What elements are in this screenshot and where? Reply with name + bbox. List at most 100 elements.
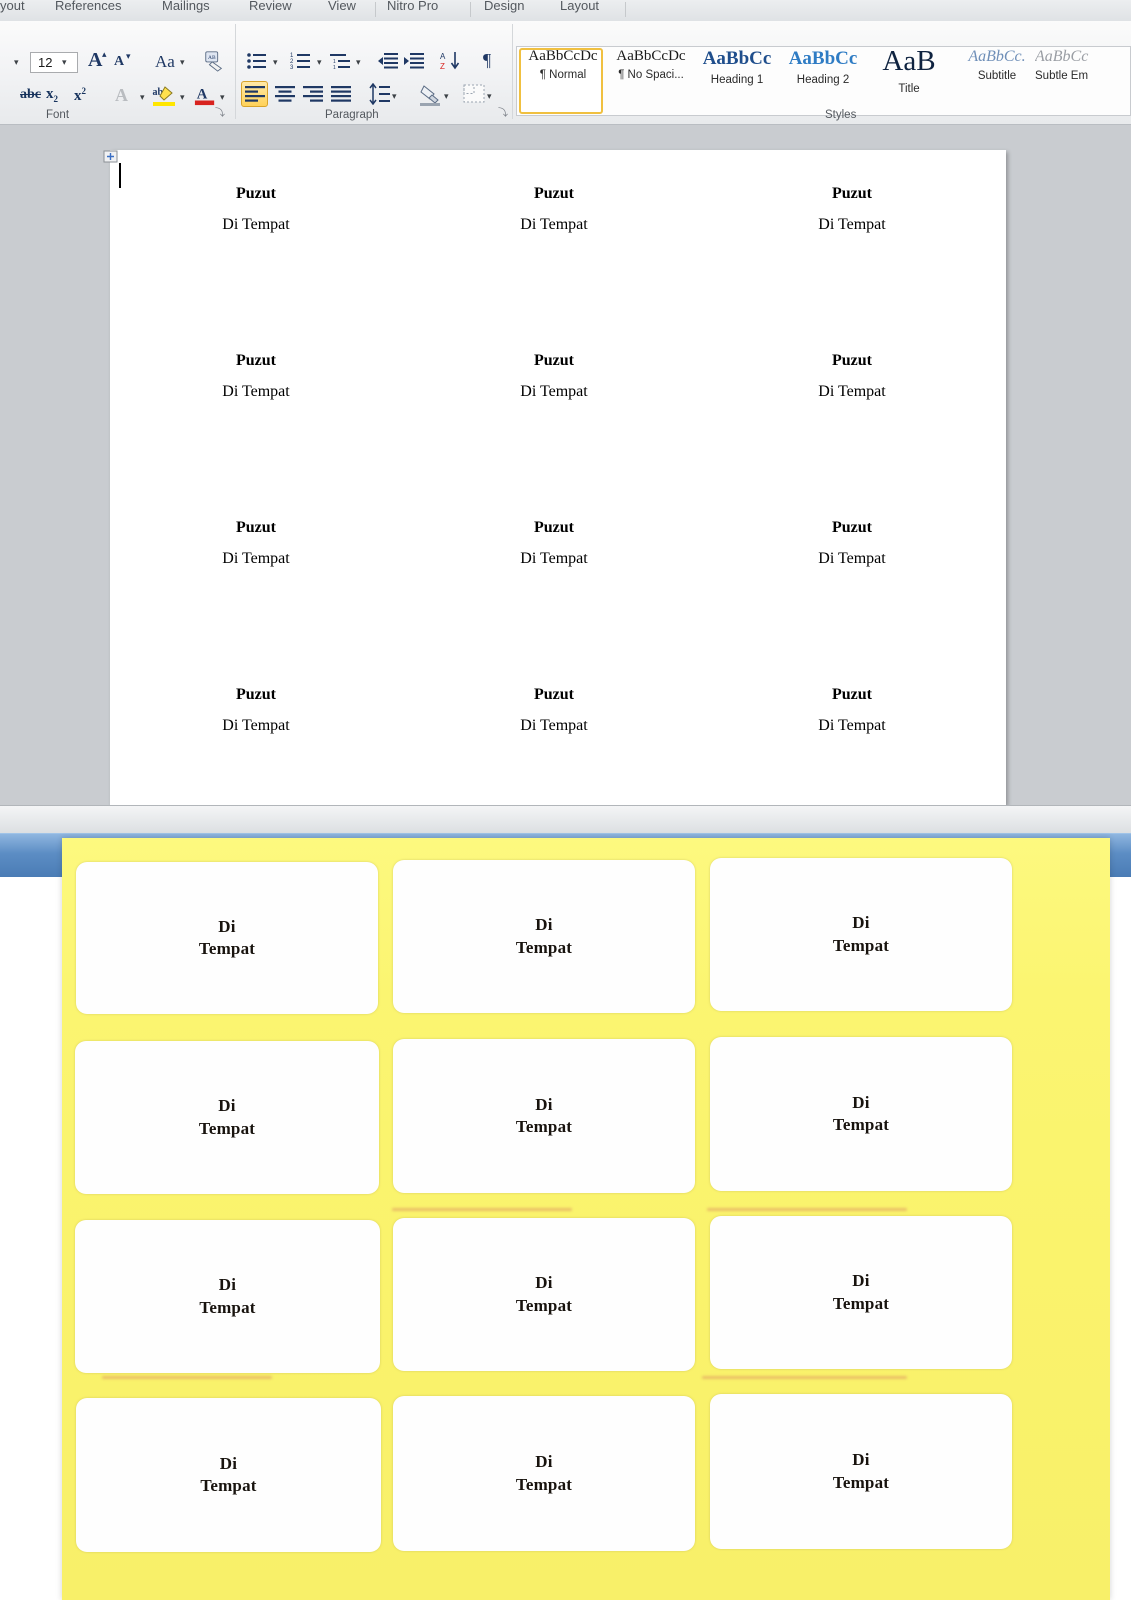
table-cell[interactable]: Puzut Di Tempat xyxy=(414,519,694,568)
tab-divider xyxy=(470,2,471,17)
line-spacing-caret-icon[interactable]: ▾ xyxy=(392,91,397,102)
increase-indent-icon[interactable] xyxy=(403,51,425,71)
numbering-icon[interactable]: 1 2 3 xyxy=(290,51,312,71)
label-line1: Di xyxy=(535,915,553,935)
text-effects-icon[interactable]: A xyxy=(115,85,128,106)
borders-icon[interactable] xyxy=(463,84,485,104)
style-preview: AaBbCс xyxy=(702,48,772,69)
label-line1: Di xyxy=(852,1271,870,1291)
style-preview: AaBbCc xyxy=(788,48,858,69)
font-color-icon[interactable]: A xyxy=(194,83,216,107)
multilevel-caret-icon[interactable]: ▾ xyxy=(356,57,361,68)
numbering-caret-icon[interactable]: ▾ xyxy=(317,57,322,68)
font-dialog-launcher-icon[interactable]: ⤵ xyxy=(215,104,225,119)
style-heading-2[interactable]: AaBbCc Heading 2 xyxy=(779,48,867,116)
change-case-caret-icon[interactable]: ▾ xyxy=(180,57,185,68)
align-center-icon[interactable] xyxy=(274,84,296,104)
table-cell[interactable]: Puzut Di Tempat xyxy=(414,686,694,735)
shrink-font-icon[interactable]: A xyxy=(114,54,124,70)
recipient-place: Di Tempat xyxy=(520,717,588,734)
align-left-icon[interactable] xyxy=(244,84,266,104)
style-subtle-emphasis[interactable]: AaBbCc Subtle Em xyxy=(1035,48,1131,116)
label-line2: Tempat xyxy=(832,1472,890,1492)
font-color-caret-icon[interactable]: ▾ xyxy=(220,92,225,103)
label-line2: Tempat xyxy=(832,1293,890,1313)
style-no-spacing[interactable]: AaBbCcDc ¶ No Spaci... xyxy=(607,48,695,116)
borders-caret-icon[interactable]: ▾ xyxy=(487,91,492,102)
show-formatting-marks-icon[interactable]: ¶ xyxy=(483,50,491,71)
superscript-icon[interactable]: x2 xyxy=(74,86,86,105)
tab-nitro-pro[interactable]: Nitro Pro xyxy=(387,0,438,13)
svg-text:A: A xyxy=(440,52,446,61)
subscript-icon[interactable]: x2 xyxy=(46,86,58,104)
recipient-name: Puzut xyxy=(534,519,574,536)
recipient-place: Di Tempat xyxy=(222,383,290,400)
font-name-dropdown-caret[interactable]: ▾ xyxy=(14,57,19,68)
highlight-color-icon[interactable]: ab xyxy=(152,83,176,107)
shrink-font-arrow-icon: ▾ xyxy=(126,51,131,61)
table-cell[interactable]: Puzut Di Tempat xyxy=(712,352,992,401)
style-preview: AaBbCcDc xyxy=(616,48,686,64)
change-case-icon[interactable]: Aa xyxy=(155,52,175,72)
shading-caret-icon[interactable]: ▾ xyxy=(444,91,449,102)
grow-font-icon[interactable]: A xyxy=(88,49,102,72)
label-line2: Tempat xyxy=(200,1476,257,1495)
label-line2: Tempat xyxy=(198,1118,256,1138)
table-cell[interactable]: Puzut Di Tempat xyxy=(116,185,396,234)
font-size-dropdown-caret[interactable]: ▾ xyxy=(62,57,67,68)
tab-references[interactable]: References xyxy=(55,0,121,13)
tab-view[interactable]: View xyxy=(328,0,356,13)
shading-icon[interactable] xyxy=(418,83,442,107)
table-cell[interactable]: Puzut Di Tempat xyxy=(712,185,992,234)
justify-icon[interactable] xyxy=(330,84,352,104)
recipient-place: Di Tempat xyxy=(818,550,886,567)
tab-mailings[interactable]: Mailings xyxy=(162,0,210,13)
tab-design[interactable]: Design xyxy=(484,0,524,13)
label-line1: Di xyxy=(852,1092,870,1112)
style-heading-1[interactable]: AaBbCс Heading 1 xyxy=(693,48,781,116)
recipient-place: Di Tempat xyxy=(520,550,588,567)
tab-layout[interactable]: Layout xyxy=(560,0,599,13)
recipient-place: Di Tempat xyxy=(818,717,886,734)
decrease-indent-icon[interactable] xyxy=(377,51,399,71)
sort-icon[interactable]: A Z xyxy=(440,50,462,72)
line-spacing-icon[interactable] xyxy=(369,83,391,105)
highlight-caret-icon[interactable]: ▾ xyxy=(180,92,185,103)
bullets-icon[interactable] xyxy=(246,51,268,71)
label-line1: Di xyxy=(852,1450,870,1470)
recipient-name: Puzut xyxy=(832,686,872,703)
bullets-caret-icon[interactable]: ▾ xyxy=(273,57,278,68)
status-bar xyxy=(0,805,1131,833)
clear-formatting-icon[interactable]: AB xyxy=(203,50,225,72)
print-smudge xyxy=(392,1208,572,1211)
style-normal[interactable]: AaBbCcDc ¶ Normal xyxy=(519,48,607,116)
table-cell[interactable]: Puzut Di Tempat xyxy=(116,352,396,401)
paragraph-dialog-launcher-icon[interactable]: ⤵ xyxy=(498,104,508,119)
font-group-label: Font xyxy=(46,109,70,121)
tab-layout-cut[interactable]: yout xyxy=(0,0,25,13)
style-title[interactable]: AaB Title xyxy=(865,48,953,116)
text-effects-caret-icon[interactable]: ▾ xyxy=(140,92,145,103)
tab-review[interactable]: Review xyxy=(249,0,292,13)
table-cell[interactable]: Puzut Di Tempat xyxy=(414,352,694,401)
align-right-icon[interactable] xyxy=(302,84,324,104)
style-label: Heading 1 xyxy=(710,74,764,86)
style-label: ¶ Normal xyxy=(539,69,587,81)
paragraph-group-label: Paragraph xyxy=(325,109,379,121)
table-cell[interactable]: Puzut Di Tempat xyxy=(712,519,992,568)
table-cell[interactable]: Puzut Di Tempat xyxy=(116,686,396,735)
multilevel-list-icon[interactable]: 1 1 xyxy=(330,51,352,71)
style-subtitle[interactable]: AaBbCc. Subtitle xyxy=(953,48,1041,116)
table-cell[interactable]: Puzut Di Tempat xyxy=(414,185,694,234)
table-cell[interactable]: Puzut Di Tempat xyxy=(712,686,992,735)
strikethrough-icon[interactable]: abc xyxy=(20,87,41,103)
label-card: Di Tempat xyxy=(76,1398,381,1552)
label-line1: Di xyxy=(219,1453,238,1473)
label-line2: Tempat xyxy=(832,935,890,955)
table-move-handle-icon[interactable] xyxy=(103,150,119,164)
font-size-input[interactable]: 12 xyxy=(30,52,78,73)
recipient-name: Puzut xyxy=(236,519,276,536)
recipient-place: Di Tempat xyxy=(818,216,886,233)
grow-font-arrow-icon: ▴ xyxy=(102,49,107,59)
table-cell[interactable]: Puzut Di Tempat xyxy=(116,519,396,568)
